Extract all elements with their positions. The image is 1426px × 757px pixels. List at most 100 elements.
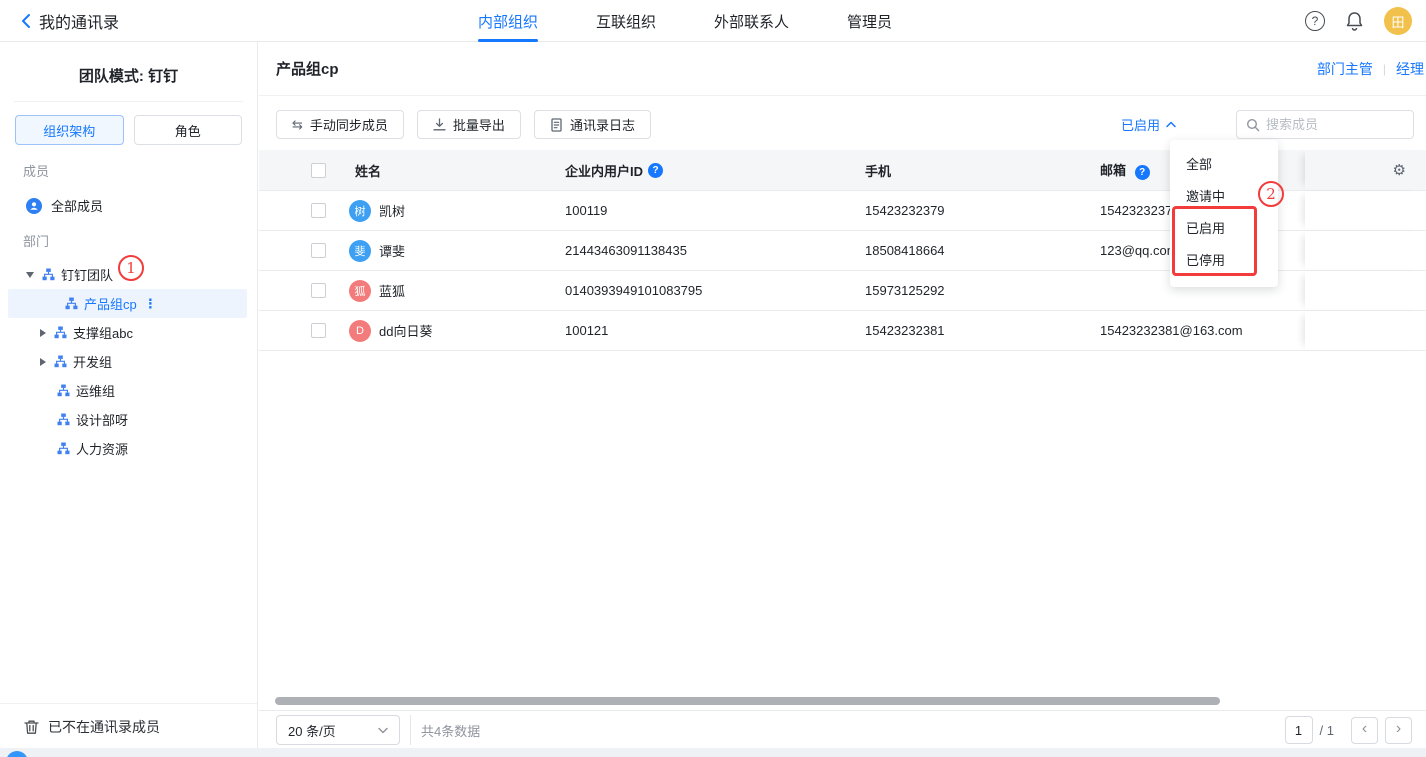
batch-export-button[interactable]: 批量导出 [417,110,521,139]
member-phone: 18508418664 [865,243,1100,258]
search-member-input[interactable] [1266,117,1396,132]
row-checkbox[interactable] [311,203,326,218]
member-name: 蓝狐 [379,281,405,300]
member-user-id: 0140393949101083795 [565,283,865,298]
user-avatar[interactable]: 田 [1384,7,1412,35]
member-name: 凯树 [379,201,405,220]
org-icon [57,442,70,455]
team-mode-label: 团队模式: 钉钉 [0,42,257,86]
sync-icon: ⇆ [292,117,303,133]
col-header-email: 邮箱 [1100,163,1126,178]
avatar: D [349,320,371,342]
tab-connected-org[interactable]: 互联组织 [596,0,656,42]
page-title: 我的通讯录 [39,9,119,33]
contact-log-button[interactable]: 通讯录日志 [534,110,651,139]
sidebar: 团队模式: 钉钉 组织架构 角色 成员 全部成员 部门 钉钉团队 产品组cp ⋮ [0,42,258,757]
chevron-down-icon [378,727,388,734]
row-checkbox[interactable] [311,283,326,298]
tree-item-support-group[interactable]: 支撑组abc [0,318,257,347]
select-all-checkbox[interactable] [311,163,326,178]
members-group-icon [26,198,42,214]
next-page-button[interactable]: › [1385,717,1412,744]
department-tree: 钉钉团队 产品组cp ⋮ 支撑组abc 开发组 [0,260,257,463]
removed-members-link[interactable]: 已不在通讯录成员 [0,704,257,749]
page-bottom-strip [0,748,1426,757]
top-tabs: 内部组织 互联组织 外部联系人 管理员 [478,0,892,42]
col-header-name: 姓名 [349,161,565,180]
org-structure-button[interactable]: 组织架构 [15,115,124,145]
trash-icon [24,719,39,735]
member-phone: 15423232381 [865,323,1100,338]
member-phone: 15423232379 [865,203,1100,218]
current-page-input[interactable] [1285,716,1313,744]
filter-option-all[interactable]: 全部 [1170,147,1278,179]
filter-option-inviting[interactable]: 邀请中 [1170,179,1278,211]
help-icon[interactable]: ? [1135,165,1150,180]
pagination-bar: 20 条/页 共4条数据 / 1 ‹ › [259,710,1426,749]
total-count-label: 共4条数据 [421,721,480,740]
caret-right-icon[interactable] [40,358,46,366]
help-icon[interactable]: ? [1305,11,1325,31]
member-name: 谭斐 [379,241,405,260]
org-icon [57,413,70,426]
dept-manager-link[interactable]: 部门主管 [1317,59,1373,79]
tree-item-ops-group[interactable]: 运维组 [0,376,257,405]
member-user-id: 100121 [565,323,865,338]
manager-link[interactable]: 经理 [1396,59,1424,79]
row-checkbox[interactable] [311,323,326,338]
top-bar: 我的通讯录 内部组织 互联组织 外部联系人 管理员 ? 田 [0,0,1426,42]
filter-option-disabled[interactable]: 已停用 [1170,243,1278,275]
org-icon [54,355,67,368]
col-header-user-id: 企业内用户ID [565,161,643,180]
avatar: 树 [349,200,371,222]
total-pages-label: / 1 [1320,723,1334,738]
document-icon [550,118,563,132]
members-section-label: 成员 [23,161,257,180]
row-checkbox[interactable] [311,243,326,258]
table-row[interactable]: D dd向日葵 100121 15423232381 15423232381@1… [259,311,1426,351]
tree-item-hr[interactable]: 人力资源 [0,434,257,463]
tree-item-design-dept[interactable]: 设计部呀 [0,405,257,434]
search-member-box [1236,110,1414,139]
caret-down-icon[interactable] [26,272,34,278]
status-filter-dropdown-menu: 全部 邀请中 已启用 已停用 [1170,140,1278,287]
chevron-left-icon [20,13,31,29]
roles-button[interactable]: 角色 [134,115,243,145]
help-icon[interactable]: ? [648,163,663,178]
filter-option-enabled[interactable]: 已启用 [1170,211,1278,243]
page-size-select[interactable]: 20 条/页 [276,715,400,745]
tab-internal-org[interactable]: 内部组织 [478,0,538,42]
manual-sync-button[interactable]: ⇆ 手动同步成员 [276,110,404,139]
tree-item-dingtalk-team[interactable]: 钉钉团队 [0,260,257,289]
tree-item-dev-group[interactable]: 开发组 [0,347,257,376]
more-actions-icon[interactable]: ⋮ [144,296,157,312]
member-user-id: 21443463091138435 [565,243,865,258]
org-icon [65,297,78,310]
status-filter-dropdown-trigger[interactable]: 已启用 [1121,110,1176,139]
departments-section-label: 部门 [23,231,257,250]
column-settings-gear-icon[interactable]: ⚙ [1393,161,1406,179]
search-icon [1246,118,1260,132]
divider: | [1383,62,1386,76]
tab-external-contacts[interactable]: 外部联系人 [714,0,789,42]
tree-item-product-group[interactable]: 产品组cp ⋮ [8,289,247,318]
back-button[interactable]: 我的通讯录 [20,9,119,33]
member-email: 15423232381@163.com [1100,323,1305,338]
removed-members-label: 已不在通讯录成员 [48,717,160,737]
horizontal-scrollbar[interactable] [275,697,1220,705]
tab-admin[interactable]: 管理员 [847,0,892,42]
caret-right-icon[interactable] [40,329,46,337]
org-icon [42,268,55,281]
toolbar: ⇆ 手动同步成员 批量导出 通讯录日志 [276,110,651,139]
chevron-up-icon [1166,121,1176,128]
member-name: dd向日葵 [379,321,432,340]
member-phone: 15973125292 [865,283,1100,298]
avatar: 斐 [349,240,371,262]
prev-page-button[interactable]: ‹ [1351,717,1378,744]
avatar: 狐 [349,280,371,302]
bell-icon[interactable] [1345,11,1364,31]
sidebar-item-all-members[interactable]: 全部成员 [26,196,257,215]
org-icon [54,326,67,339]
department-title: 产品组cp [276,58,339,79]
all-members-label: 全部成员 [51,196,103,215]
